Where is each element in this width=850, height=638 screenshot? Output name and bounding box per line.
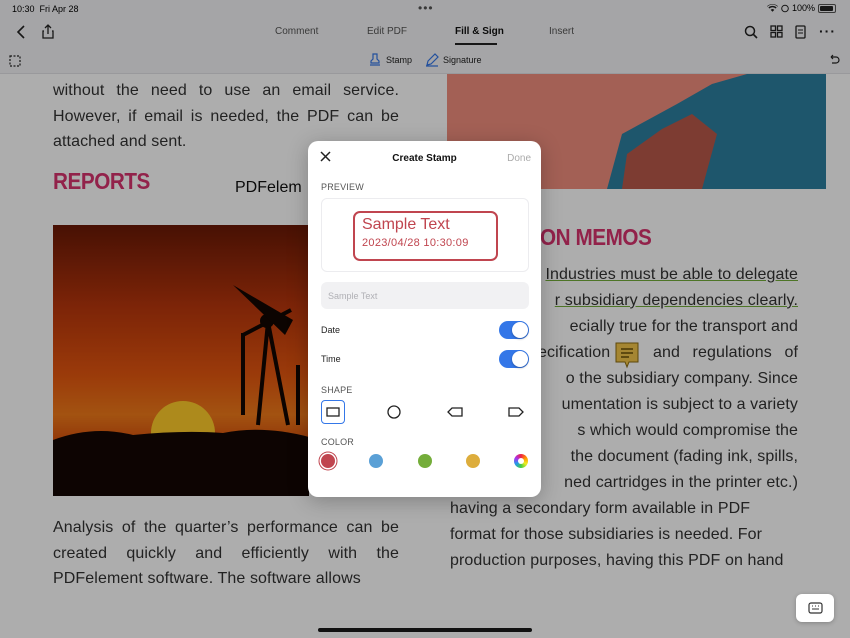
- stamp-datetime: 2023/04/28 10:30:09: [362, 237, 469, 249]
- shape-circle-option[interactable]: [382, 400, 406, 424]
- date-label: Date: [321, 325, 341, 335]
- color-red-swatch[interactable]: [321, 454, 335, 468]
- color-label: COLOR: [321, 437, 355, 447]
- date-toggle[interactable]: [499, 321, 529, 339]
- keyboard-icon: [808, 602, 823, 614]
- arrow-right-shape-icon: [508, 407, 524, 417]
- rectangle-shape-icon: [326, 407, 340, 417]
- stamp-text-input[interactable]: Sample Text: [321, 282, 529, 309]
- keyboard-button[interactable]: [796, 594, 834, 622]
- stamp-preview: Sample Text 2023/04/28 10:30:09: [321, 198, 529, 272]
- stamp-preview-graphic: Sample Text 2023/04/28 10:30:09: [353, 211, 498, 261]
- shape-rectangle-option[interactable]: [321, 400, 345, 424]
- circle-shape-icon: [387, 405, 401, 419]
- color-green-swatch[interactable]: [418, 454, 432, 468]
- arrow-left-shape-icon: [447, 407, 463, 417]
- done-button[interactable]: Done: [507, 153, 531, 164]
- stamp-text: Sample Text: [362, 216, 450, 233]
- color-picker-swatch[interactable]: [514, 454, 528, 468]
- color-picker-center: [518, 458, 524, 464]
- preview-label: PREVIEW: [321, 182, 364, 192]
- shape-arrow-left-option[interactable]: [443, 400, 467, 424]
- home-indicator[interactable]: [318, 628, 532, 632]
- time-toggle[interactable]: [499, 350, 529, 368]
- time-label: Time: [321, 354, 341, 364]
- shape-label: SHAPE: [321, 385, 353, 395]
- shape-arrow-right-option[interactable]: [504, 400, 528, 424]
- color-blue-swatch[interactable]: [369, 454, 383, 468]
- create-stamp-dialog: Create Stamp Done PREVIEW Sample Text 20…: [308, 141, 541, 497]
- dialog-title: Create Stamp: [392, 153, 457, 164]
- color-yellow-swatch[interactable]: [466, 454, 480, 468]
